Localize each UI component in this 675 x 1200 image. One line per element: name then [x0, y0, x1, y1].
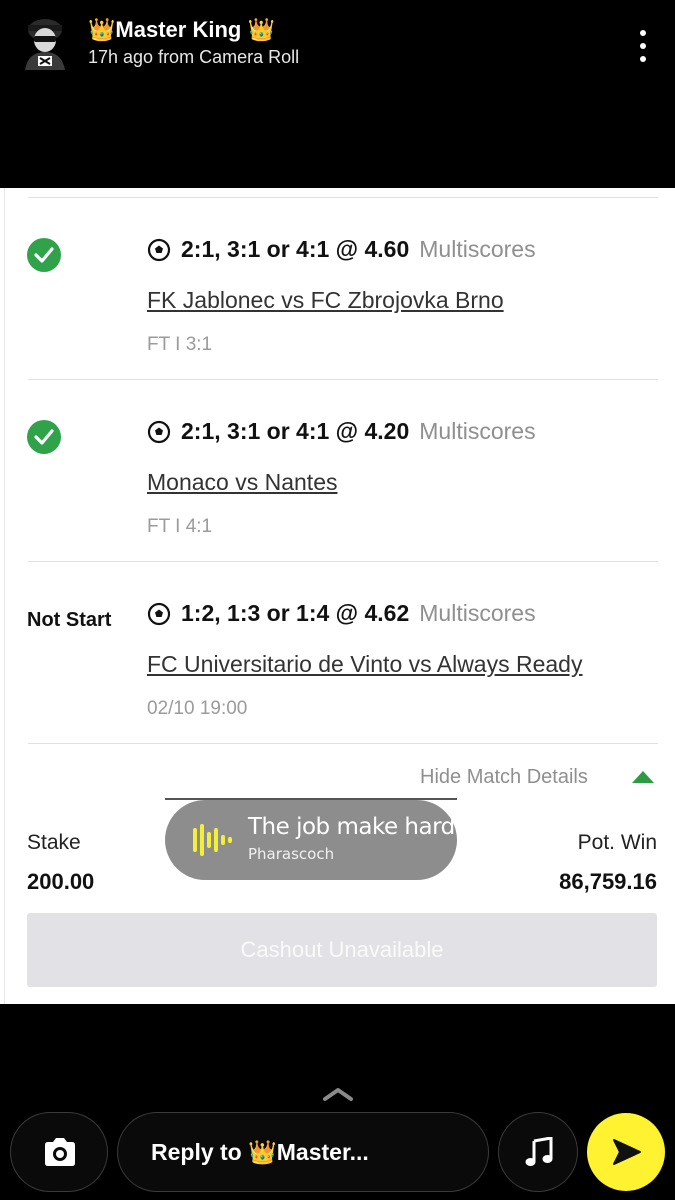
stake-label: Stake	[27, 831, 81, 854]
user-name-text: Master King	[115, 17, 242, 42]
match-result: FT I 3:1	[147, 334, 213, 355]
green-check-icon	[27, 420, 61, 454]
caret-up-icon[interactable]	[632, 771, 654, 783]
crown-icon: 👑	[88, 17, 116, 42]
match-result: FT I 4:1	[147, 516, 213, 537]
user-name[interactable]: 👑Master King 👑	[88, 17, 275, 43]
music-sticker[interactable]: The job make hard Pharascoch	[165, 800, 457, 880]
pick-selection: 2:1, 3:1 or 4:1 @ 4.20	[181, 418, 410, 444]
pick-type: Multiscores	[419, 600, 536, 626]
music-note-icon	[525, 1137, 553, 1166]
camera-button[interactable]	[10, 1112, 108, 1192]
bet-item: Not Start 1:2, 1:3 or 1:4 @ 4.62 Multisc…	[0, 562, 675, 744]
send-arrow-icon	[613, 1139, 641, 1165]
song-title: The job make hard	[248, 814, 455, 840]
bet-item: 2:1, 3:1 or 4:1 @ 4.60 Multiscores FK Ja…	[0, 198, 675, 380]
status-badge: Not Start	[27, 609, 112, 631]
pick-selection: 1:2, 1:3 or 1:4 @ 4.62	[181, 600, 410, 626]
post-meta: 17h ago from Camera Roll	[88, 47, 300, 67]
reply-input[interactable]: Reply to 👑Master...	[117, 1112, 489, 1192]
stake-value: 200.00	[27, 869, 95, 894]
bet-item: 2:1, 3:1 or 4:1 @ 4.20 Multiscores Monac…	[0, 380, 675, 562]
soccer-ball-icon	[147, 238, 171, 261]
match-link[interactable]: FC Universitario de Vinto vs Always Read…	[147, 651, 582, 678]
hide-match-details-link[interactable]: Hide Match Details	[420, 766, 588, 789]
soccer-ball-icon	[147, 602, 171, 625]
music-button[interactable]	[498, 1112, 578, 1192]
bet-slip-card: 2:1, 3:1 or 4:1 @ 4.60 Multiscores FK Ja…	[0, 188, 675, 1004]
chevron-up-icon[interactable]	[322, 1086, 354, 1102]
story-header: 👑Master King 👑 17h ago from Camera Roll	[0, 0, 675, 188]
match-link[interactable]: Monaco vs Nantes	[147, 469, 337, 496]
match-link[interactable]: FK Jablonec vs FC Zbrojovka Brno	[147, 287, 504, 314]
crown-icon: 👑	[247, 17, 275, 42]
camera-icon	[45, 1138, 75, 1166]
reply-placeholder: Reply to 👑Master...	[151, 1139, 369, 1165]
divider	[28, 743, 658, 744]
avatar[interactable]	[20, 16, 70, 70]
bet-pick: 2:1, 3:1 or 4:1 @ 4.20 Multiscores	[147, 418, 536, 445]
song-artist: Pharascoch	[248, 845, 335, 863]
pot-win-label: Pot. Win	[577, 831, 657, 854]
cashout-button[interactable]: Cashout Unavailable	[27, 913, 657, 987]
sound-wave-icon	[193, 824, 232, 856]
pot-win-value: 86,759.16	[559, 869, 657, 894]
more-options-icon[interactable]	[628, 26, 658, 66]
pick-selection: 2:1, 3:1 or 4:1 @ 4.60	[181, 236, 410, 262]
pick-type: Multiscores	[419, 418, 536, 444]
bet-pick: 2:1, 3:1 or 4:1 @ 4.60 Multiscores	[147, 236, 536, 263]
soccer-ball-icon	[147, 420, 171, 443]
bet-pick: 1:2, 1:3 or 1:4 @ 4.62 Multiscores	[147, 600, 536, 627]
send-button[interactable]	[587, 1113, 665, 1191]
pick-type: Multiscores	[419, 236, 536, 262]
match-kickoff: 02/10 19:00	[147, 698, 248, 719]
green-check-icon	[27, 238, 61, 272]
